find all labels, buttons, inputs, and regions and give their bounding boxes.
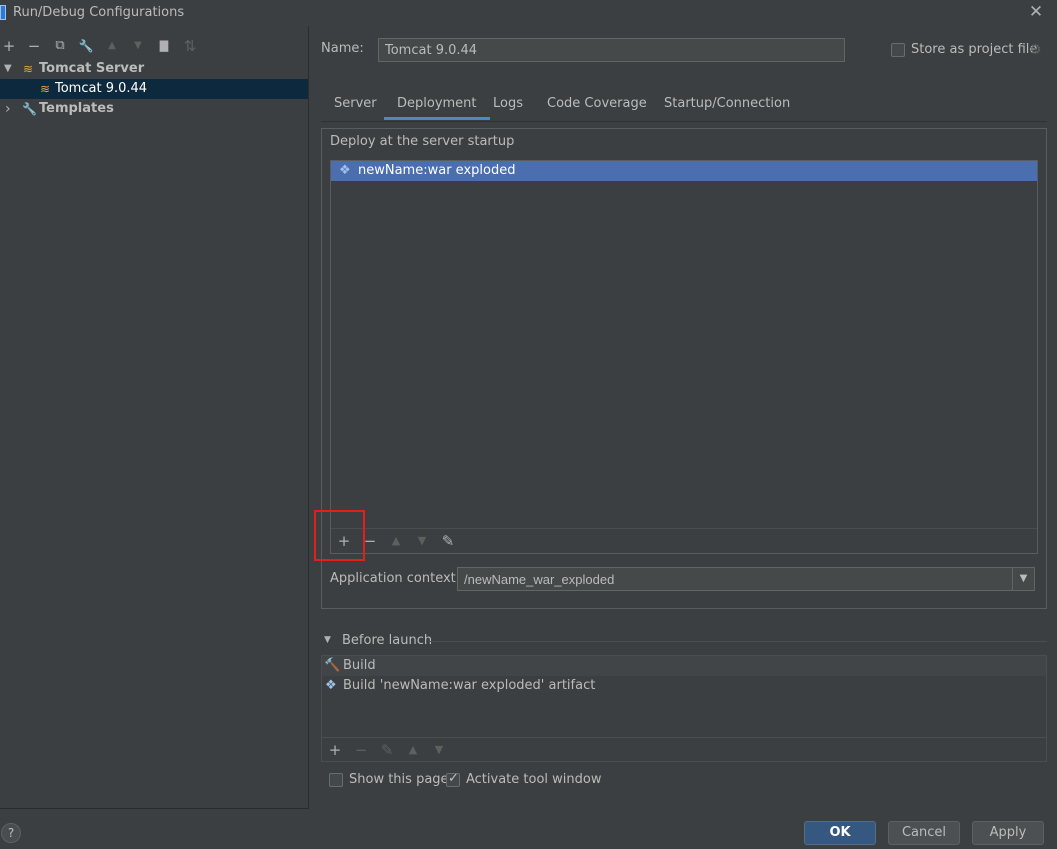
name-label: Name: [321, 41, 364, 56]
gear-icon[interactable]: ⚙ [1029, 42, 1042, 58]
window-title: Run/Debug Configurations [13, 5, 185, 20]
before-launch-separator [430, 641, 1047, 642]
cancel-button[interactable]: Cancel [888, 821, 960, 845]
show-page-label: Show this page [349, 772, 449, 787]
before-launch-item-build[interactable]: 🔨 Build [322, 656, 1046, 676]
activate-tool-window-checkbox[interactable] [446, 771, 460, 787]
show-page-checkbox[interactable] [329, 773, 343, 787]
wrench-icon[interactable]: 🔧 [77, 37, 95, 55]
tab-code-coverage[interactable]: Code Coverage [547, 96, 647, 120]
tab-logs[interactable]: Logs [493, 96, 523, 120]
tabs-divider [321, 121, 1047, 122]
remove-task-icon[interactable]: − [352, 741, 370, 759]
hammer-icon: 🔨 [324, 658, 341, 673]
chevron-down-icon[interactable]: ▼ [1012, 568, 1034, 590]
before-launch-item-label: Build [343, 658, 376, 673]
wrench-icon: 🔧 [22, 102, 37, 116]
ok-button[interactable]: OK [804, 821, 876, 845]
move-up-icon[interactable]: ▲ [103, 37, 121, 55]
name-input[interactable] [378, 38, 845, 62]
deploy-group-title: Deploy at the server startup [330, 134, 515, 149]
tab-startup-connection[interactable]: Startup/Connection [664, 96, 790, 120]
artifact-icon: ❖ [325, 678, 337, 693]
edit-pencil-icon[interactable]: ✎ [439, 532, 457, 550]
move-up-icon[interactable]: ▲ [404, 741, 422, 759]
remove-configuration-icon[interactable]: − [25, 37, 43, 55]
tree-node-tomcat-9044[interactable]: ≋ Tomcat 9.0.44 [0, 79, 308, 99]
tree-node-templates[interactable]: › 🔧 Templates [0, 99, 308, 119]
copy-configuration-icon[interactable]: ⧉ [51, 37, 69, 55]
tree-label-templates: Templates [39, 101, 114, 116]
app-context-label: Application context: [330, 571, 461, 586]
deploy-list-item-label: newName:war exploded [358, 163, 516, 178]
tomcat-icon: ≋ [23, 62, 34, 76]
store-project-label: Store as project file [911, 42, 1038, 57]
help-icon[interactable]: ? [1, 823, 21, 843]
apply-button[interactable]: Apply [972, 821, 1044, 845]
tomcat-icon: ≋ [40, 82, 51, 96]
before-launch-item-artifact[interactable]: ❖ Build 'newName:war exploded' artifact [322, 676, 1046, 696]
deploy-list[interactable] [330, 160, 1038, 554]
move-down-icon[interactable]: ▼ [413, 532, 431, 550]
edit-pencil-icon[interactable]: ✎ [378, 741, 396, 759]
highlight-annotation-box [314, 510, 365, 561]
before-launch-item-label: Build 'newName:war exploded' artifact [343, 678, 596, 693]
tree-node-tomcat-server[interactable]: ▼ ≋ Tomcat Server [0, 59, 308, 79]
app-icon [0, 5, 6, 20]
new-folder-icon[interactable]: ▇ [155, 37, 173, 55]
add-task-icon[interactable]: + [326, 741, 344, 759]
before-launch-toolbar-divider [322, 737, 1046, 738]
move-up-icon[interactable]: ▲ [387, 532, 405, 550]
deploy-toolbar-divider [331, 528, 1037, 529]
close-icon[interactable]: ✕ [1026, 2, 1046, 22]
left-panel-bottom-border [0, 808, 309, 809]
activate-tool-window-label: Activate tool window [466, 772, 602, 787]
add-configuration-icon[interactable]: + [0, 37, 18, 55]
left-panel-divider [308, 26, 309, 809]
store-project-checkbox[interactable] [891, 43, 905, 57]
collapse-arrow-icon[interactable]: › [5, 99, 11, 119]
tree-label-tomcat-9044: Tomcat 9.0.44 [55, 81, 148, 96]
expand-arrow-icon[interactable]: ▼ [4, 59, 12, 79]
artifact-icon: ❖ [339, 163, 351, 178]
tree-label-tomcat-server: Tomcat Server [39, 61, 145, 76]
before-launch-title[interactable]: Before launch [342, 633, 432, 648]
sort-icon[interactable]: ⇅ [181, 37, 199, 55]
collapse-arrow-icon[interactable]: ▼ [324, 635, 331, 645]
app-context-input[interactable] [457, 567, 1035, 591]
tab-server[interactable]: Server [334, 96, 377, 120]
move-down-icon[interactable]: ▼ [430, 741, 448, 759]
move-down-icon[interactable]: ▼ [129, 37, 147, 55]
tab-deployment[interactable]: Deployment [384, 96, 490, 120]
